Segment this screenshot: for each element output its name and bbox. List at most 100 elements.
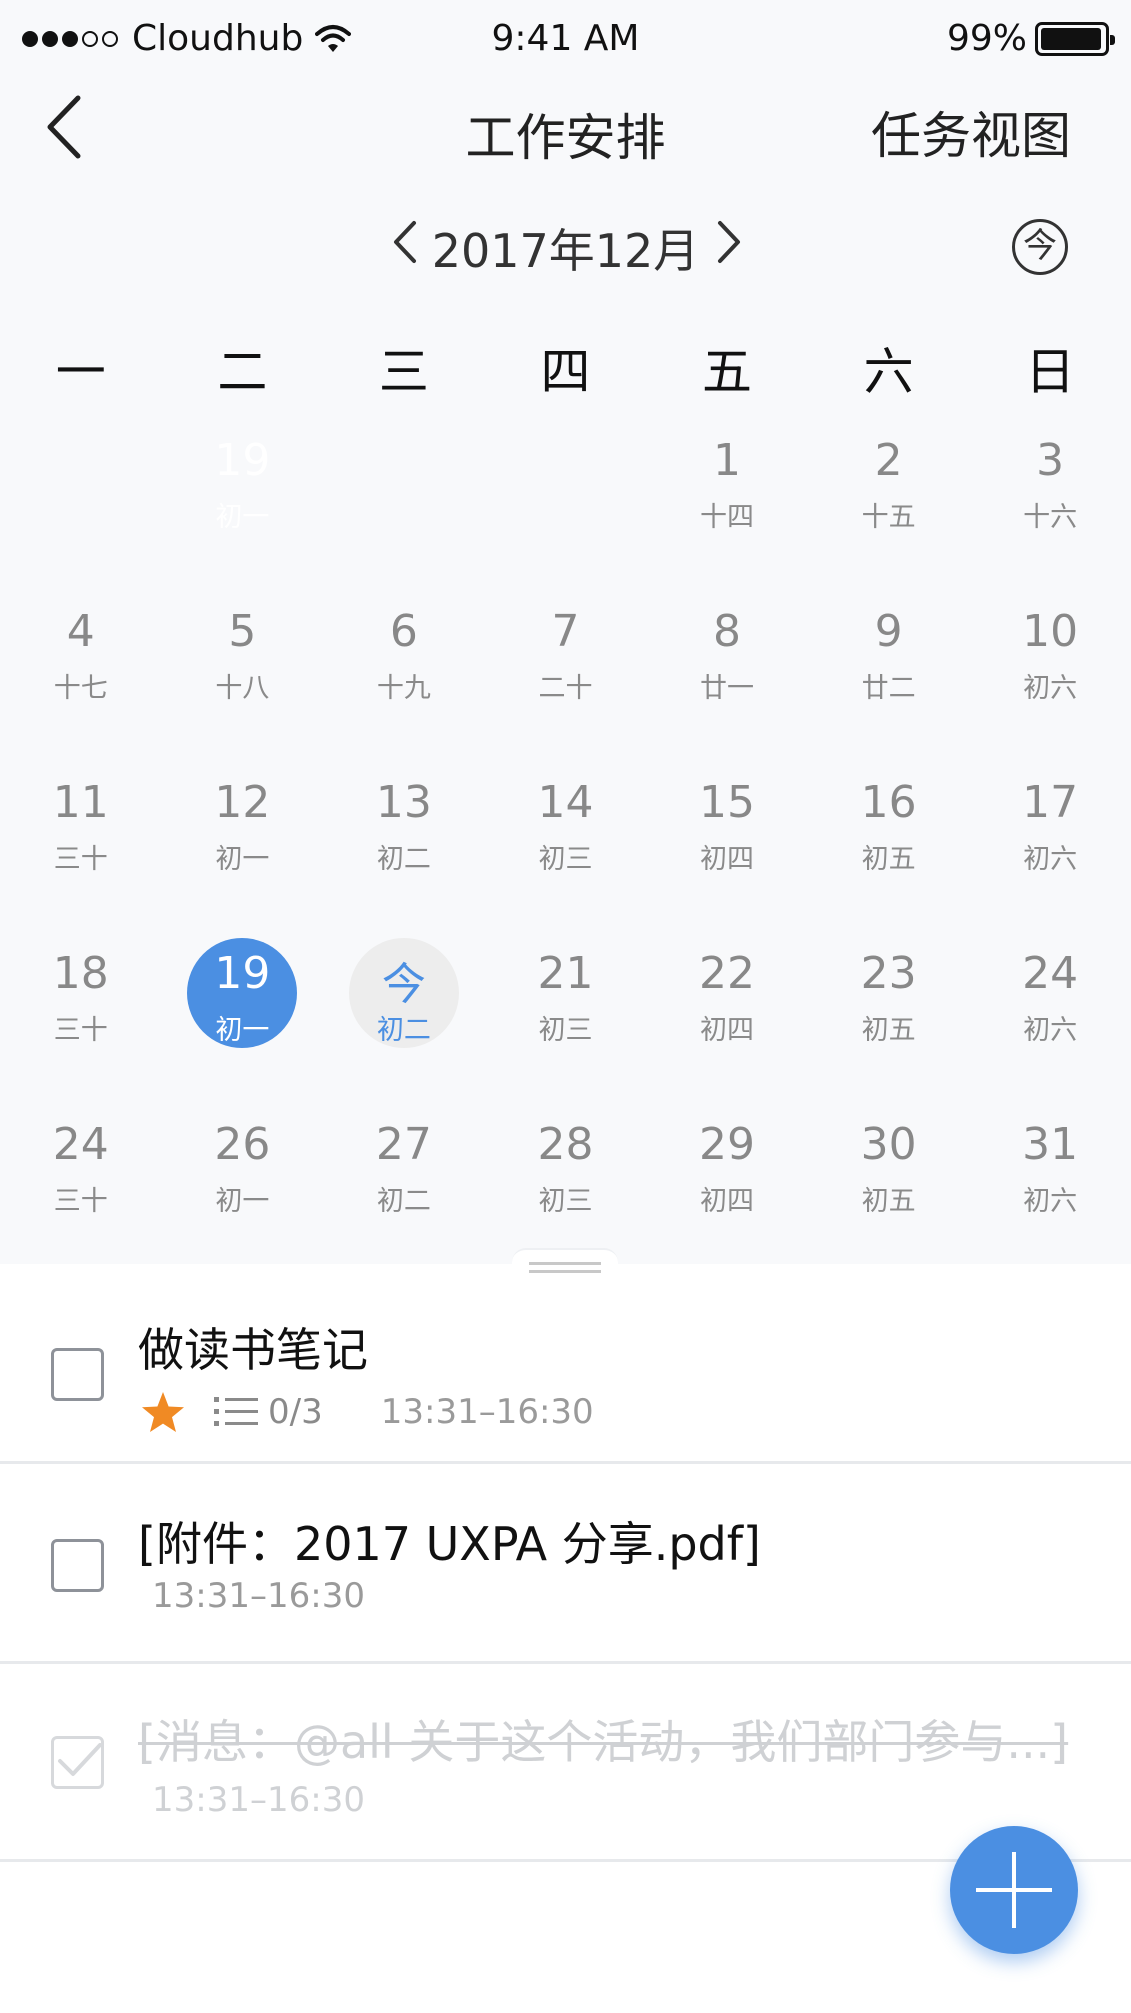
lunar-date: 二十 [538,673,593,704]
lunar-date: 十四 [700,502,755,533]
status-bar: Cloudhub 9:41 AM 99% [0,0,1131,80]
lunar-date: 初五 [861,1015,916,1046]
day-number: 6 [389,606,418,657]
task-item[interactable]: 做读书笔记 0/3 13:31–16:30 [0,1264,1131,1464]
day-cell[interactable]: 24 初六 [969,938,1131,1109]
day-cell[interactable]: 23 初五 [808,938,970,1109]
day-number: 17 [1022,777,1079,828]
calendar-panel: Cloudhub 9:41 AM 99% 工作安排 任务视图 2017年12月 … [0,0,1131,1264]
task-title: 做读书笔记 [138,1323,368,1377]
weekday-label: 日 [1025,343,1076,401]
day-cell[interactable]: 24 三十 [0,1109,162,1280]
day-cell[interactable]: 19 初一 [162,425,324,596]
day-cell-selected[interactable]: 19 初一 [162,938,324,1109]
day-number: 5 [228,606,257,657]
day-cell[interactable]: 11 三十 [0,767,162,938]
day-cell[interactable]: 22 初四 [646,938,808,1109]
today-button[interactable]: 今 [1012,219,1068,275]
weekday-label: 五 [702,343,753,401]
lunar-date: 初六 [1023,1015,1078,1046]
day-cell[interactable]: 8 廿一 [646,596,808,767]
task-meta: 0/3 13:31–16:30 [140,1390,594,1434]
lunar-date: 十七 [53,673,108,704]
day-number: 24 [1022,948,1079,999]
day-cell[interactable]: 14 初三 [485,767,647,938]
task-checkbox[interactable] [51,1348,104,1401]
lunar-date: 初四 [700,1186,755,1217]
next-month-button[interactable] [712,217,746,267]
day-cell[interactable]: 17 初六 [969,767,1131,938]
task-title: [消息：@all 关于这个活动，我们部门参与...] [138,1715,1069,1769]
day-number: 13 [375,777,432,828]
weekday-label: 二 [217,343,268,401]
day-number: 28 [537,1119,594,1170]
weekday-header: 一 二 三 四 五 六 日 [0,332,1131,402]
lunar-date: 十六 [1023,502,1078,533]
lunar-date: 初四 [700,844,755,875]
lunar-date: 初二 [376,1015,431,1046]
lunar-date: 三十 [53,1186,108,1217]
day-number: 18 [52,948,109,999]
lunar-date: 三十 [53,1015,108,1046]
lunar-date: 初二 [376,1186,431,1217]
day-cell[interactable]: 2 十五 [808,425,970,596]
day-cell-today[interactable]: 今初二 [323,938,485,1109]
day-number: 10 [1022,606,1079,657]
lunar-date: 十八 [215,673,270,704]
day-cell[interactable]: 1 十四 [646,425,808,596]
day-number: 9 [874,606,903,657]
day-cell[interactable]: 4 十七 [0,596,162,767]
day-cell[interactable]: 13 初二 [323,767,485,938]
lunar-date: 十九 [376,673,431,704]
day-number: 3 [1036,435,1065,486]
task-time: 13:31–16:30 [152,1780,365,1820]
task-item[interactable]: [消息：@all 关于这个活动，我们部门参与...] 13:31–16:30 [0,1664,1131,1862]
day-cell[interactable]: 18 三十 [0,938,162,1109]
day-number: 今 [381,959,426,1010]
lunar-date: 十五 [861,502,916,533]
day-cell[interactable]: 31 初六 [969,1109,1131,1280]
day-number: 23 [860,948,917,999]
check-icon [58,1743,102,1776]
day-cell[interactable]: 10 初六 [969,596,1131,767]
day-cell [485,425,647,596]
day-cell[interactable]: 3 十六 [969,425,1131,596]
day-number: 29 [699,1119,756,1170]
task-time: 13:31–16:30 [152,1576,365,1616]
day-cell[interactable]: 6 十九 [323,596,485,767]
day-cell[interactable]: 12 初一 [162,767,324,938]
day-number: 1 [713,435,742,486]
calendar-week-row: 11 三十 12 初一 13 初二 14 初三 15 初四 16 初五 17 初六 [0,767,1131,938]
day-cell[interactable]: 5 十八 [162,596,324,767]
lunar-date: 初一 [215,502,270,533]
day-cell[interactable]: 26 初一 [162,1109,324,1280]
day-cell [0,425,162,596]
task-item[interactable]: [附件：2017 UXPA 分享.pdf] 13:31–16:30 [0,1464,1131,1664]
day-cell[interactable]: 16 初五 [808,767,970,938]
day-cell[interactable]: 29 初四 [646,1109,808,1280]
star-icon [142,1392,184,1432]
chevron-right-icon [718,221,740,263]
month-label: 2017年12月 [431,224,700,278]
task-checkbox[interactable] [51,1539,104,1592]
day-cell[interactable]: 21 初三 [485,938,647,1109]
calendar-week-row: 18 三十 19 初一 今初二 21 初三 22 初四 23 初五 24 初六 [0,938,1131,1109]
task-checkbox-checked[interactable] [51,1736,104,1789]
day-number: 14 [537,777,594,828]
day-number: 19 [214,948,271,999]
day-cell[interactable]: 30 初五 [808,1109,970,1280]
lunar-date: 初四 [700,1015,755,1046]
task-meta: 13:31–16:30 [152,1576,365,1616]
day-cell[interactable]: 9 廿二 [808,596,970,767]
list-icon [214,1397,258,1426]
task-time: 13:31–16:30 [380,1392,594,1432]
day-cell[interactable]: 27 初二 [323,1109,485,1280]
month-switcher: 2017年12月 今 [0,205,1131,285]
day-cell[interactable]: 15 初四 [646,767,808,938]
add-task-button[interactable] [950,1826,1078,1954]
day-cell[interactable]: 7 二十 [485,596,647,767]
subtask-count: 0/3 [268,1392,323,1432]
weekday-label: 六 [863,343,914,401]
day-number: 24 [52,1119,109,1170]
task-view-button[interactable]: 任务视图 [871,96,1071,168]
